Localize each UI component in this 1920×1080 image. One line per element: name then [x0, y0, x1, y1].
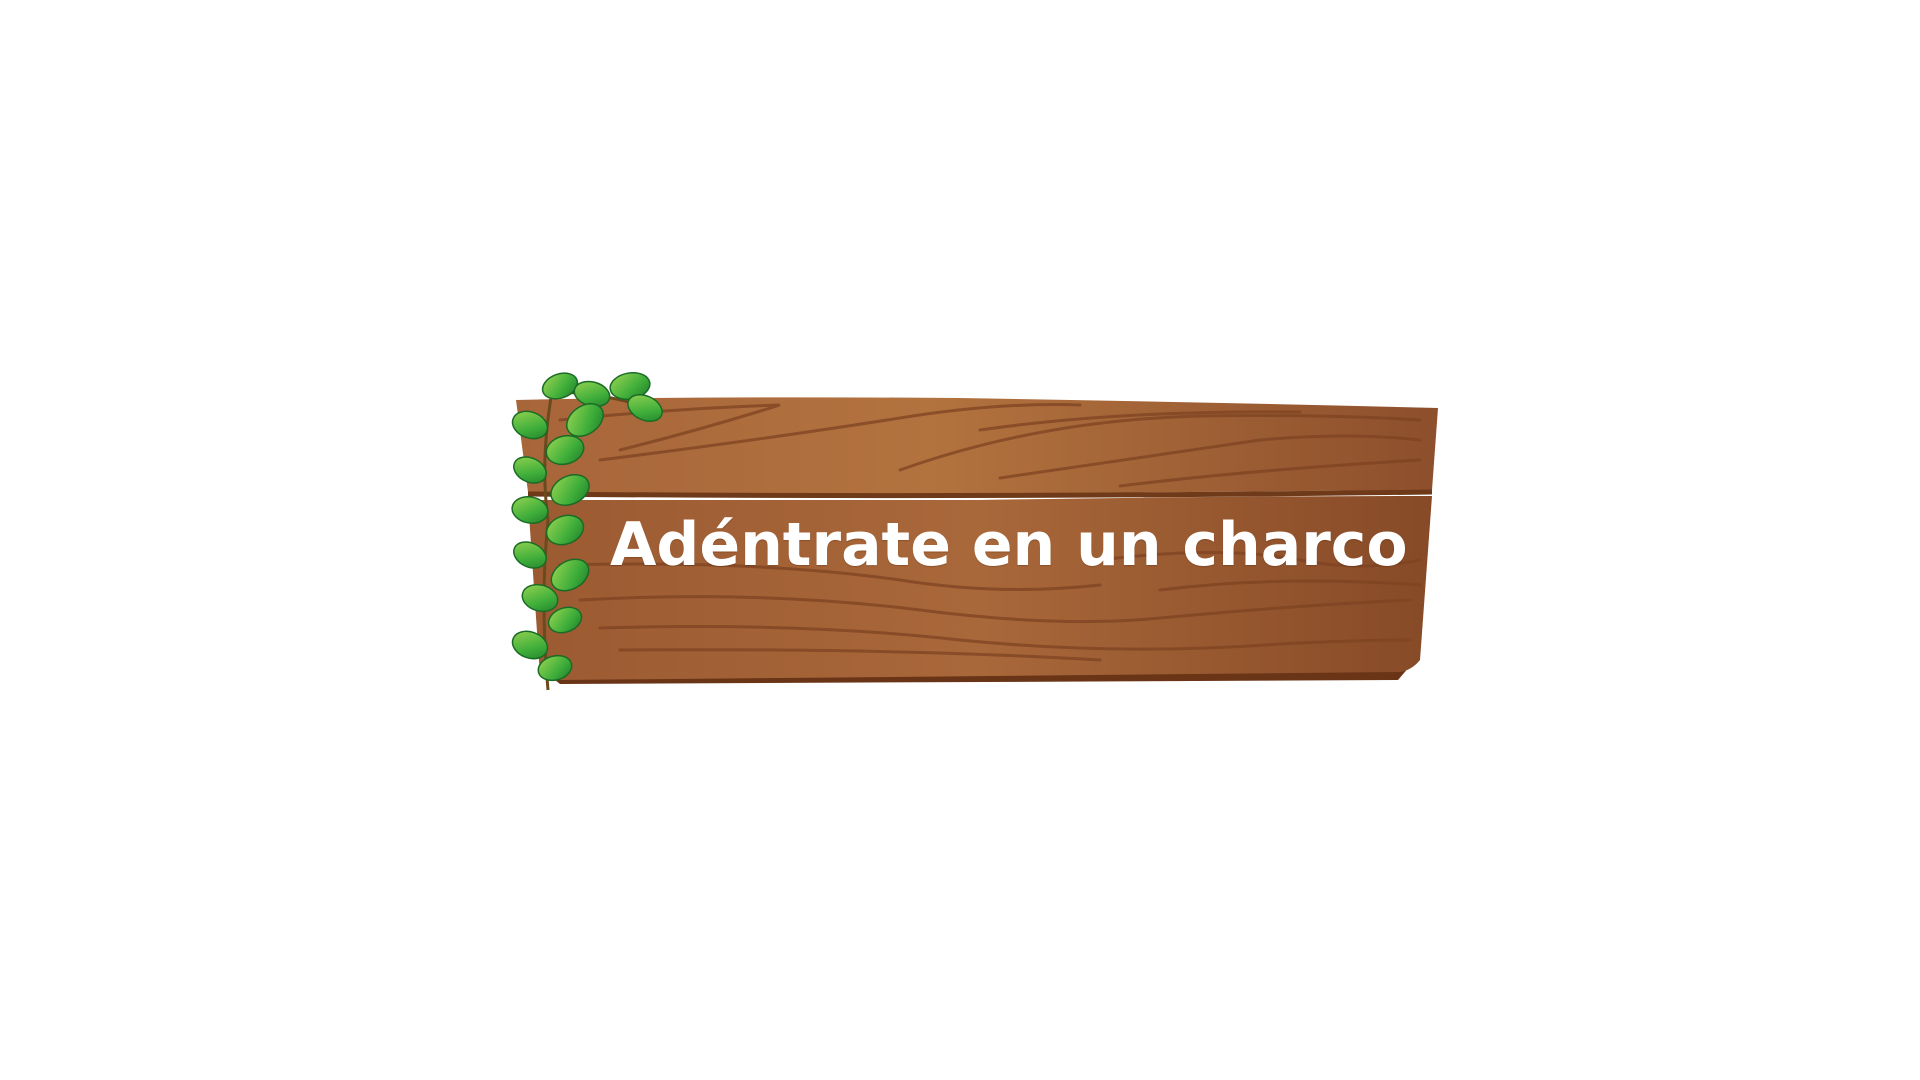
game-screen: Adéntrate en un charco	[0, 0, 1920, 1080]
sign-title: Adéntrate en un charco	[610, 510, 1408, 580]
